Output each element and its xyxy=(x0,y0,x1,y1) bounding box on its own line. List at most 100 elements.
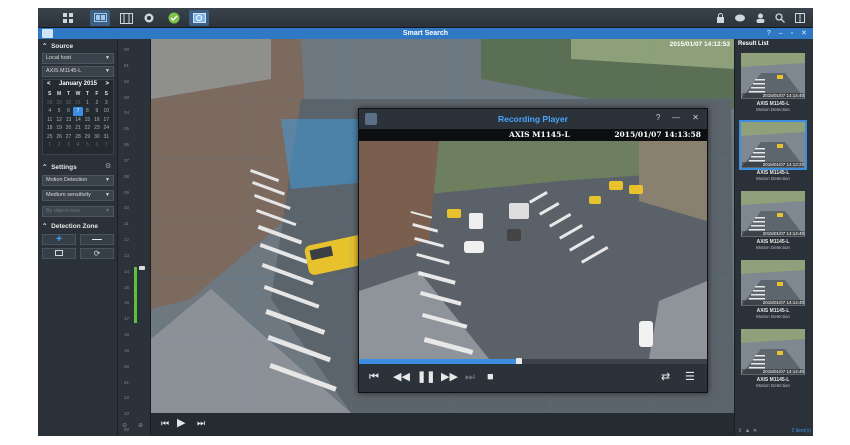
zoom-in-icon[interactable]: ⊕ xyxy=(138,422,143,429)
result-item[interactable]: 2015/01/07 14:14:40 AXIS M1145-L Motion De… xyxy=(741,53,805,112)
export-icon[interactable]: ⇪ xyxy=(738,428,742,434)
calendar-day[interactable]: 2 xyxy=(92,99,101,108)
remove-zone-button[interactable]: — xyxy=(80,234,114,245)
calendar-day[interactable]: 3 xyxy=(64,141,73,150)
calendar-day[interactable]: 8 xyxy=(83,107,92,116)
skip-end-button[interactable]: ⏭ xyxy=(465,371,475,383)
lock-result-icon[interactable]: 🔒︎ xyxy=(746,428,749,434)
detection-mode-select[interactable]: Motion Detection ▼ xyxy=(42,175,114,186)
reset-zone-button[interactable]: ⟳ xyxy=(80,248,114,259)
calendar-day[interactable]: 1 xyxy=(45,141,54,150)
next-month-button[interactable]: > xyxy=(105,81,109,89)
chat-icon[interactable] xyxy=(733,10,747,26)
smart-search-icon[interactable] xyxy=(189,10,209,26)
calendar-day[interactable]: 15 xyxy=(83,116,92,125)
prev-frame-button[interactable]: ⏮ xyxy=(161,418,169,429)
calendar-day[interactable]: 10 xyxy=(102,107,111,116)
settings-section-header[interactable]: ⌃ Settings xyxy=(42,163,77,171)
main-menu-icon[interactable] xyxy=(58,10,78,26)
calendar-day[interactable]: 9 xyxy=(92,107,101,116)
calendar-day[interactable]: 16 xyxy=(92,116,101,125)
calendar-day[interactable]: 4 xyxy=(45,107,54,116)
zoom-out-icon[interactable]: ⊖ xyxy=(122,422,127,429)
repeat-icon[interactable]: ⇄ xyxy=(661,371,670,383)
source-section-header[interactable]: ⌃ Source xyxy=(42,42,73,50)
calendar-day[interactable]: 5 xyxy=(54,107,63,116)
calendar-day[interactable]: 29 xyxy=(54,99,63,108)
sensitivity-select[interactable]: Medium sensitivity ▼ xyxy=(42,190,114,201)
calendar-day[interactable]: 14 xyxy=(73,116,82,125)
close-icon[interactable]: ✕ xyxy=(692,113,699,122)
pause-button[interactable]: ❚❚ xyxy=(417,371,435,383)
calendar-day[interactable]: 21 xyxy=(73,124,82,133)
result-item[interactable]: 2015/01/07 14:14:40 AXIS M1145-L Motion De… xyxy=(741,260,805,319)
calendar-day[interactable]: 11 xyxy=(45,116,54,125)
calendar-day[interactable]: 24 xyxy=(102,124,111,133)
search-icon[interactable] xyxy=(773,10,787,26)
playlist-icon[interactable]: ☰ xyxy=(685,371,695,383)
user-icon[interactable] xyxy=(753,10,767,26)
calendar-day[interactable]: 3 xyxy=(102,99,111,108)
settings-gear-icon[interactable]: ⚙ xyxy=(105,162,111,170)
result-item[interactable]: 2015/01/07 14:13:22 AXIS M1145-L Motion De… xyxy=(739,120,807,181)
minimize-icon[interactable]: – xyxy=(779,28,783,39)
calendar-day[interactable]: 25 xyxy=(45,133,54,142)
calendar-day[interactable]: 28 xyxy=(73,133,82,142)
status-icon[interactable] xyxy=(164,10,184,26)
calendar-day[interactable]: 22 xyxy=(83,124,92,133)
select-zone-button[interactable] xyxy=(42,248,76,259)
calendar-day[interactable]: 13 xyxy=(64,116,73,125)
calendar-day[interactable]: 4 xyxy=(73,141,82,150)
calendar-day[interactable]: 5 xyxy=(83,141,92,150)
layout-icon[interactable] xyxy=(793,10,807,26)
calendar-day[interactable]: 30 xyxy=(92,133,101,142)
help-icon[interactable]: ? xyxy=(767,28,771,39)
calendar-day[interactable]: 19 xyxy=(54,124,63,133)
calendar-day[interactable]: 2 xyxy=(54,141,63,150)
monitor-center-icon[interactable] xyxy=(90,10,110,26)
timeline-bar[interactable]: 00 01 02 03 04 05 06 07 08 09 10 11 12 13 14 15 16 17 18 19… xyxy=(118,39,151,436)
calendar-day[interactable]: 29 xyxy=(83,133,92,142)
skip-start-button[interactable]: ⏮ xyxy=(369,371,379,383)
result-item[interactable]: 2015/01/07 14:14:40 AXIS M1145-L Motion De… xyxy=(741,329,805,388)
minimize-icon[interactable]: — xyxy=(672,113,680,122)
host-select[interactable]: Local host ▼ xyxy=(42,53,114,64)
close-icon[interactable]: ✕ xyxy=(801,28,807,39)
calendar-day[interactable]: 31 xyxy=(73,99,82,108)
calendar-day[interactable]: 28 xyxy=(45,99,54,108)
calendar-day[interactable]: 23 xyxy=(92,124,101,133)
player-video-view[interactable] xyxy=(359,141,707,359)
rewind-button[interactable]: ◀◀ xyxy=(393,371,410,383)
calendar-day[interactable]: 6 xyxy=(92,141,101,150)
add-zone-button[interactable]: + xyxy=(42,234,76,245)
timeline-tick: 01 xyxy=(124,62,130,68)
object-size-select[interactable]: By object size ▼ xyxy=(42,206,114,217)
timeline-icon[interactable] xyxy=(116,10,136,26)
calendar-day[interactable]: 7 xyxy=(73,107,83,116)
camera-icon[interactable] xyxy=(139,10,159,26)
prev-month-button[interactable]: < xyxy=(47,81,51,89)
calendar-day[interactable]: 1 xyxy=(83,99,92,108)
fast-forward-button[interactable]: ▶▶ xyxy=(441,371,458,383)
calendar-day[interactable]: 18 xyxy=(45,124,54,133)
calendar-day[interactable]: 30 xyxy=(64,99,73,108)
calendar-day[interactable]: 7 xyxy=(102,141,111,150)
play-button[interactable]: ▶ xyxy=(177,416,185,429)
detection-zone-section-header[interactable]: ⌃ Detection Zone xyxy=(42,222,98,230)
calendar-day[interactable]: 31 xyxy=(102,133,111,142)
stop-button[interactable]: ■ xyxy=(487,371,494,383)
next-frame-button[interactable]: ⏭ xyxy=(197,418,205,429)
calendar-day[interactable]: 12 xyxy=(54,116,63,125)
timeline-cursor[interactable] xyxy=(139,266,145,270)
calendar-day[interactable]: 26 xyxy=(54,133,63,142)
lock-icon[interactable] xyxy=(713,10,727,26)
restore-icon[interactable]: ▫ xyxy=(791,28,793,39)
result-item[interactable]: 2015/01/07 14:14:40 AXIS M1145-L Motion De… xyxy=(741,191,805,250)
calendar-day[interactable]: 20 xyxy=(64,124,73,133)
calendar-day[interactable]: 27 xyxy=(64,133,73,142)
calendar-day[interactable]: 6 xyxy=(64,107,73,116)
calendar-day[interactable]: 17 xyxy=(102,116,111,125)
help-icon[interactable]: ? xyxy=(656,113,660,122)
delete-icon[interactable]: ✕ xyxy=(753,428,757,434)
camera-select[interactable]: AXIS M1145-L ▼ xyxy=(42,66,114,77)
